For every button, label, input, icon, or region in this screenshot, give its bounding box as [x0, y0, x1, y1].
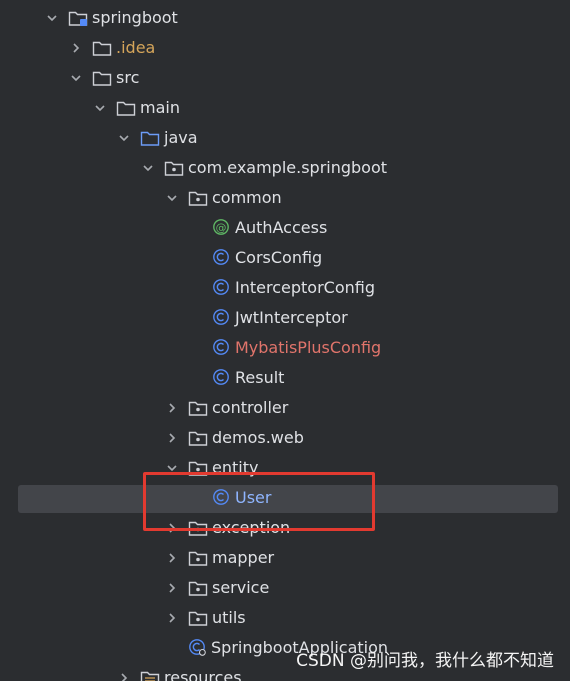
- tree-node-authaccess[interactable]: @ AuthAccess: [0, 213, 570, 243]
- chevron-right-icon[interactable]: [166, 552, 178, 564]
- package-icon: [188, 611, 208, 626]
- tree-node-com-example-springboot[interactable]: com.example.springboot: [0, 153, 570, 183]
- tree-node-service[interactable]: service: [0, 573, 570, 603]
- tree-node-label: Result: [235, 368, 285, 387]
- tree-node-utils[interactable]: utils: [0, 603, 570, 633]
- tree-node-label: springboot: [92, 8, 178, 27]
- spring-boot-class-icon: [189, 639, 206, 656]
- tree-node-label: User: [235, 488, 272, 507]
- chevron-down-icon[interactable]: [142, 162, 154, 174]
- chevron-down-icon[interactable]: [166, 192, 178, 204]
- folder-icon: [92, 41, 112, 56]
- tree-node-label: InterceptorConfig: [235, 278, 375, 297]
- package-icon: [188, 461, 208, 476]
- tree-node-src[interactable]: src: [0, 63, 570, 93]
- tree-node-label: service: [212, 578, 270, 597]
- tree-node-idea[interactable]: .idea: [0, 33, 570, 63]
- chevron-down-icon[interactable]: [166, 462, 178, 474]
- tree-node-label: common: [212, 188, 282, 207]
- tree-node-mapper[interactable]: mapper: [0, 543, 570, 573]
- tree-node-label: AuthAccess: [235, 218, 328, 237]
- tree-node-label: entity: [212, 458, 259, 477]
- tree-node-interceptorconfig[interactable]: InterceptorConfig: [0, 273, 570, 303]
- folder-resources-icon: [140, 671, 160, 681]
- tree-node-springboot[interactable]: springboot: [0, 3, 570, 33]
- package-icon: [188, 521, 208, 536]
- tree-node-label: main: [140, 98, 180, 117]
- svg-text:@: @: [216, 221, 227, 234]
- tree-node-corsconfig[interactable]: CorsConfig: [0, 243, 570, 273]
- chevron-right-icon[interactable]: [118, 672, 130, 681]
- package-icon: [188, 551, 208, 566]
- tree-node-label: com.example.springboot: [188, 158, 388, 177]
- class-icon: [213, 339, 229, 355]
- folder-module-icon: [68, 11, 88, 26]
- annotation-icon: @: [213, 219, 229, 235]
- chevron-down-icon[interactable]: [46, 12, 58, 24]
- tree-node-label: demos.web: [212, 428, 304, 447]
- class-icon: [213, 489, 229, 505]
- chevron-right-icon[interactable]: [70, 42, 82, 54]
- tree-node-label: exception: [212, 518, 291, 537]
- tree-node-label: MybatisPlusConfig: [235, 338, 382, 357]
- class-icon: [213, 369, 229, 385]
- class-icon: [213, 249, 229, 265]
- watermark: CSDN @别问我，我什么都不知道: [296, 651, 554, 671]
- tree-node-exception[interactable]: exception: [0, 513, 570, 543]
- tree-node-main[interactable]: main: [0, 93, 570, 123]
- tree-node-java[interactable]: java: [0, 123, 570, 153]
- chevron-right-icon[interactable]: [166, 582, 178, 594]
- chevron-right-icon[interactable]: [166, 612, 178, 624]
- folder-source-icon: [140, 131, 160, 146]
- chevron-right-icon[interactable]: [166, 432, 178, 444]
- tree-node-label: utils: [212, 608, 246, 627]
- tree-node-label: CorsConfig: [235, 248, 323, 267]
- chevron-down-icon[interactable]: [118, 132, 130, 144]
- tree-node-label: .idea: [116, 38, 156, 57]
- tree-node-demos-web[interactable]: demos.web: [0, 423, 570, 453]
- package-icon: [188, 191, 208, 206]
- folder-icon: [116, 101, 136, 116]
- tree-node-user[interactable]: User: [0, 483, 570, 513]
- tree-node-result[interactable]: Result: [0, 363, 570, 393]
- package-icon: [188, 431, 208, 446]
- tree-node-mybatisplusconfig[interactable]: MybatisPlusConfig: [0, 333, 570, 363]
- chevron-down-icon[interactable]: [94, 102, 106, 114]
- package-icon: [188, 581, 208, 596]
- package-icon: [164, 161, 184, 176]
- chevron-right-icon[interactable]: [166, 522, 178, 534]
- tree-node-entity[interactable]: entity: [0, 453, 570, 483]
- chevron-right-icon[interactable]: [166, 402, 178, 414]
- tree-node-controller[interactable]: controller: [0, 393, 570, 423]
- tree-node-label: resources: [164, 668, 242, 681]
- package-icon: [188, 401, 208, 416]
- project-tree: springboot .idea src main java com.examp…: [0, 0, 570, 681]
- tree-node-label: src: [116, 68, 140, 87]
- class-icon: [213, 309, 229, 325]
- chevron-down-icon[interactable]: [70, 72, 82, 84]
- tree-node-jwtinterceptor[interactable]: JwtInterceptor: [0, 303, 570, 333]
- tree-node-label: java: [164, 128, 198, 147]
- tree-node-label: mapper: [212, 548, 275, 567]
- tree-node-label: controller: [212, 398, 289, 417]
- tree-node-common[interactable]: common: [0, 183, 570, 213]
- tree-node-label: JwtInterceptor: [235, 308, 348, 327]
- folder-icon: [92, 71, 112, 86]
- class-icon: [213, 279, 229, 295]
